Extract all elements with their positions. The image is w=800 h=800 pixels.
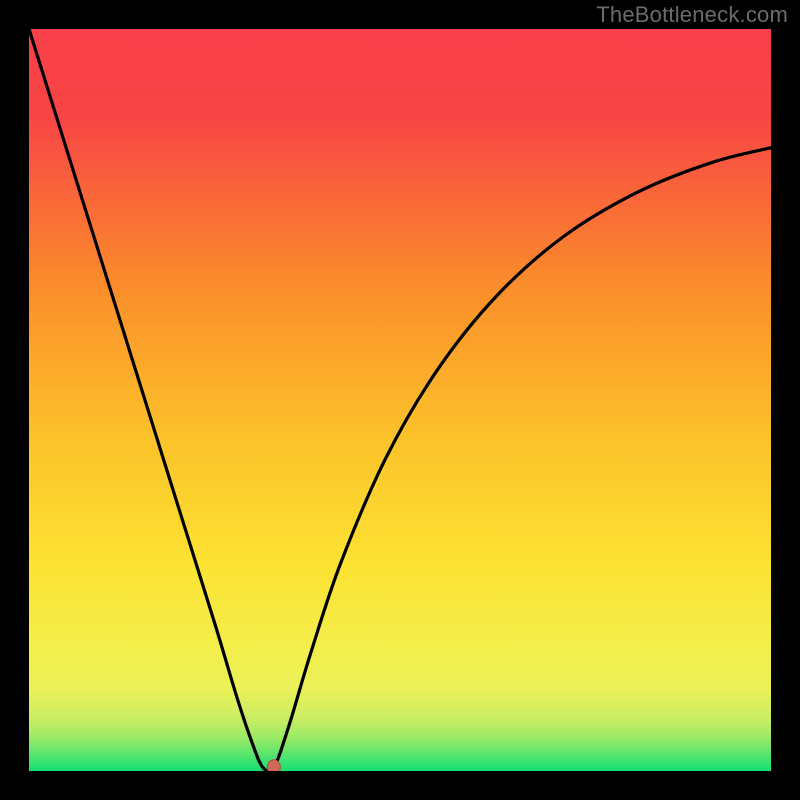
optimum-marker	[267, 760, 280, 771]
chart-svg	[29, 29, 771, 771]
gradient-background	[29, 29, 771, 771]
plot-area	[29, 29, 771, 771]
watermark-text: TheBottleneck.com	[596, 2, 788, 28]
chart-frame: TheBottleneck.com	[0, 0, 800, 800]
